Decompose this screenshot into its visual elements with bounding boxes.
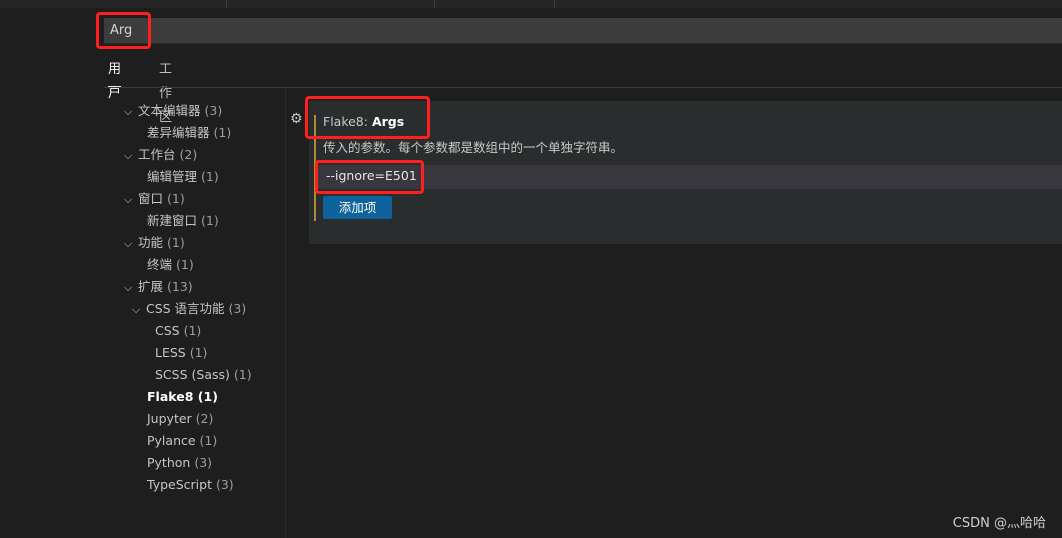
toc-item-count: (1) (183, 323, 202, 338)
toc-item[interactable]: 终端 (1) (147, 254, 194, 276)
toc-item-count: (3) (204, 103, 223, 118)
toc-item[interactable]: 新建窗口 (1) (147, 210, 219, 232)
toc-item[interactable]: ⌵ 文本编辑器 (3) (122, 100, 222, 122)
setting-category: Flake8: (323, 114, 372, 129)
search-query: Arg (110, 23, 133, 38)
tab-user[interactable]: 用户 (108, 58, 122, 101)
toc-item-count: (3) (228, 301, 247, 316)
toc-item-label: Jupyter (147, 411, 192, 426)
toc-item[interactable]: TypeScript (3) (147, 474, 234, 496)
toc-item[interactable]: Flake8 (1) (147, 386, 218, 408)
editor-tab-strip (0, 0, 1062, 8)
toc-item-label: LESS (155, 345, 186, 360)
toc-item-count: (3) (215, 477, 234, 492)
toc-item-label: 工作台 (137, 147, 176, 162)
toc-item[interactable]: 编辑管理 (1) (147, 166, 219, 188)
toc-item-label: CSS 语言功能 (145, 301, 225, 316)
chevron-down-icon[interactable]: ⌵ (122, 145, 134, 167)
chevron-down-icon[interactable]: ⌵ (122, 233, 134, 255)
add-item-button[interactable]: 添加项 (323, 196, 392, 219)
setting-name: Args (371, 114, 405, 129)
toc-item-label: Pylance (147, 433, 196, 448)
toc-item-count: (1) (201, 169, 219, 184)
toc-item-count: (1) (176, 257, 194, 272)
toc-item-count: (13) (166, 279, 193, 294)
tab-divider (554, 0, 555, 8)
toc-item[interactable]: Jupyter (2) (147, 408, 213, 430)
toc-item[interactable]: Python (3) (147, 452, 212, 474)
chevron-down-icon[interactable]: ⌵ (122, 189, 134, 211)
toc-item[interactable]: ⌵ 窗口 (1) (122, 188, 185, 210)
toc-item-label: 新建窗口 (147, 213, 198, 228)
chevron-down-icon[interactable]: ⌵ (122, 101, 134, 123)
toc-item-count: (3) (194, 455, 213, 470)
toc-item-count: (1) (213, 125, 232, 140)
tab-workspace[interactable]: 工作区 (159, 58, 172, 125)
toc-item[interactable]: ⌵ 工作台 (2) (122, 144, 197, 166)
toc-item-count: (1) (197, 389, 218, 404)
toc-item-label: SCSS (Sass) (155, 367, 230, 382)
toc-item[interactable]: ⌵ 扩展 (13) (122, 276, 193, 298)
toc-item-count: (1) (233, 367, 252, 382)
toc-item-count: (1) (199, 433, 218, 448)
toc-item-count: (1) (201, 213, 219, 228)
toc-item-label: 终端 (147, 257, 173, 272)
list-item[interactable]: --ignore=E501 (317, 165, 1062, 189)
list-item-value: --ignore=E501 (326, 168, 417, 183)
watermark: CSDN @灬哈哈 (952, 516, 1046, 531)
toc-item-label: TypeScript (147, 477, 212, 492)
toc-item-label: 窗口 (137, 191, 163, 206)
tab-divider (434, 0, 435, 8)
toc-item-count: (1) (166, 235, 185, 250)
toc-item-count: (1) (189, 345, 208, 360)
toc-item-label: 编辑管理 (147, 169, 198, 184)
toc-item[interactable]: ⌵ 功能 (1) (122, 232, 185, 254)
gear-icon[interactable]: ⚙ (290, 112, 304, 126)
setting-title: Flake8: Args (323, 114, 404, 129)
toc-item[interactable]: LESS (1) (155, 342, 207, 364)
chevron-down-icon[interactable]: ⌵ (122, 277, 134, 299)
tab-divider (226, 0, 227, 8)
toc-item-label: Flake8 (147, 389, 194, 404)
toc-item-label: 功能 (137, 235, 163, 250)
chevron-down-icon[interactable]: ⌵ (130, 299, 142, 321)
modified-indicator (314, 115, 316, 221)
tabs-divider (104, 87, 1062, 88)
toc-item[interactable]: 差异编辑器 (1) (147, 122, 231, 144)
toc-item-count: (2) (195, 411, 214, 426)
toc-item-count: (1) (166, 191, 185, 206)
settings-search-input[interactable]: Arg (104, 18, 1062, 44)
toc-item-count: (2) (179, 147, 198, 162)
toc-item-label: 扩展 (137, 279, 163, 294)
toc-item[interactable]: Pylance (1) (147, 430, 217, 452)
toc-item-label: 差异编辑器 (147, 125, 210, 140)
toc-item-label: 文本编辑器 (137, 103, 201, 118)
toc-item-label: CSS (155, 323, 180, 338)
toc-item[interactable]: SCSS (Sass) (1) (155, 364, 252, 386)
toc-item-label: Python (147, 455, 191, 470)
toc-divider (285, 88, 286, 538)
setting-description: 传入的参数。每个参数都是数组中的一个单独字符串。 (323, 140, 624, 155)
toc-item[interactable]: CSS (1) (155, 320, 201, 342)
toc-item[interactable]: ⌵ CSS 语言功能 (3) (130, 298, 246, 320)
